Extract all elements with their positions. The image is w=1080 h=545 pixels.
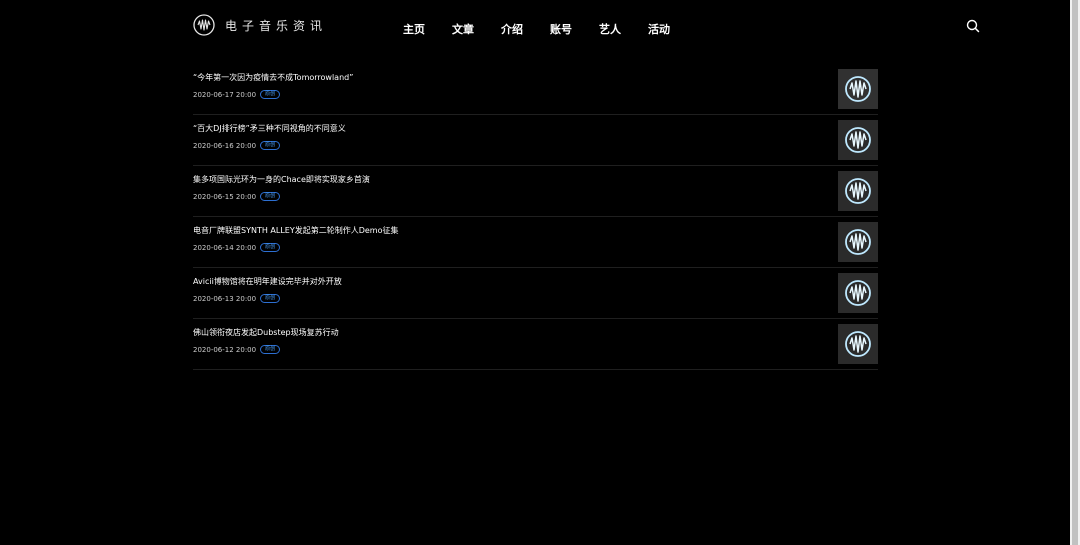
vertical-scrollbar[interactable] [1070, 0, 1080, 545]
site-logo[interactable]: 电子音乐资讯 [193, 14, 327, 36]
article-title[interactable]: 电音厂牌联盟SYNTH ALLEY发起第二轮制作人Demo征集 [193, 225, 399, 236]
original-badge: 原创 [260, 345, 281, 354]
site-logo-text: 电子音乐资讯 [225, 18, 328, 33]
article-title[interactable]: “今年第一次因为疫情去不成Tomorrowland” [193, 72, 353, 83]
original-badge: 原创 [260, 90, 281, 99]
neon-waveform-logo-thumbnail [838, 171, 878, 211]
neon-waveform-logo-thumbnail [838, 222, 878, 262]
nav-item-home[interactable]: 主页 [403, 21, 452, 37]
article-list: “今年第一次因为疫情去不成Tomorrowland” 2020-06-17 20… [193, 64, 878, 370]
nav-item-events[interactable]: 活动 [648, 21, 697, 37]
scrollbar-thumb[interactable] [1072, 0, 1078, 545]
article-meta: 2020-06-12 20:00 原创 [193, 345, 281, 354]
article-date: 2020-06-13 20:00 [193, 294, 257, 303]
article-thumbnail[interactable] [838, 324, 878, 364]
article-date: 2020-06-17 20:00 [193, 90, 257, 99]
original-badge: 原创 [260, 192, 281, 201]
article-date: 2020-06-15 20:00 [193, 192, 257, 201]
article-thumbnail[interactable] [838, 222, 878, 262]
site-header: 电子音乐资讯 主页 文章 介绍 账号 艺人 活动 [0, 0, 1070, 56]
article-date: 2020-06-14 20:00 [193, 243, 257, 252]
article-item[interactable]: 集多项国际光环为一身的Chace即将实现家乡首演 2020-06-15 20:0… [193, 166, 878, 217]
article-thumbnail[interactable] [838, 120, 878, 160]
article-thumbnail[interactable] [838, 171, 878, 211]
article-meta: 2020-06-13 20:00 原创 [193, 294, 281, 303]
nav-item-about[interactable]: 介绍 [501, 21, 550, 37]
article-title[interactable]: “百大DJ排行榜”矛三种不同视角的不同意义 [193, 123, 346, 134]
article-item[interactable]: Avicii博物馆将在明年建设完毕并对外开放 2020-06-13 20:00 … [193, 268, 878, 319]
article-item[interactable]: “百大DJ排行榜”矛三种不同视角的不同意义 2020-06-16 20:00 原… [193, 115, 878, 166]
article-item[interactable]: 电音厂牌联盟SYNTH ALLEY发起第二轮制作人Demo征集 2020-06-… [193, 217, 878, 268]
neon-waveform-logo-thumbnail [838, 69, 878, 109]
article-thumbnail[interactable] [838, 273, 878, 313]
article-meta: 2020-06-16 20:00 原创 [193, 141, 281, 150]
search-icon[interactable] [966, 19, 980, 33]
article-date: 2020-06-16 20:00 [193, 141, 257, 150]
article-meta: 2020-06-15 20:00 原创 [193, 192, 281, 201]
nav-item-artists[interactable]: 艺人 [599, 21, 648, 37]
article-item[interactable]: 佛山领衔夜店发起Dubstep现场复苏行动 2020-06-12 20:00 原… [193, 319, 878, 370]
article-title[interactable]: 佛山领衔夜店发起Dubstep现场复苏行动 [193, 327, 339, 338]
page: 电子音乐资讯 主页 文章 介绍 账号 艺人 活动 “今年第一次因为疫情去不成To… [0, 0, 1080, 545]
article-thumbnail[interactable] [838, 69, 878, 109]
article-meta: 2020-06-14 20:00 原创 [193, 243, 281, 252]
waveform-circle-logo-icon [193, 14, 215, 36]
article-title[interactable]: 集多项国际光环为一身的Chace即将实现家乡首演 [193, 174, 370, 185]
nav-item-articles[interactable]: 文章 [452, 21, 501, 37]
original-badge: 原创 [260, 141, 281, 150]
article-meta: 2020-06-17 20:00 原创 [193, 90, 281, 99]
nav-item-account[interactable]: 账号 [550, 21, 599, 37]
neon-waveform-logo-thumbnail [838, 120, 878, 160]
original-badge: 原创 [260, 294, 281, 303]
original-badge: 原创 [260, 243, 281, 252]
neon-waveform-logo-thumbnail [838, 273, 878, 313]
article-date: 2020-06-12 20:00 [193, 345, 257, 354]
article-item[interactable]: “今年第一次因为疫情去不成Tomorrowland” 2020-06-17 20… [193, 64, 878, 115]
neon-waveform-logo-thumbnail [838, 324, 878, 364]
article-title[interactable]: Avicii博物馆将在明年建设完毕并对外开放 [193, 276, 342, 287]
main-nav: 主页 文章 介绍 账号 艺人 活动 [403, 21, 697, 37]
